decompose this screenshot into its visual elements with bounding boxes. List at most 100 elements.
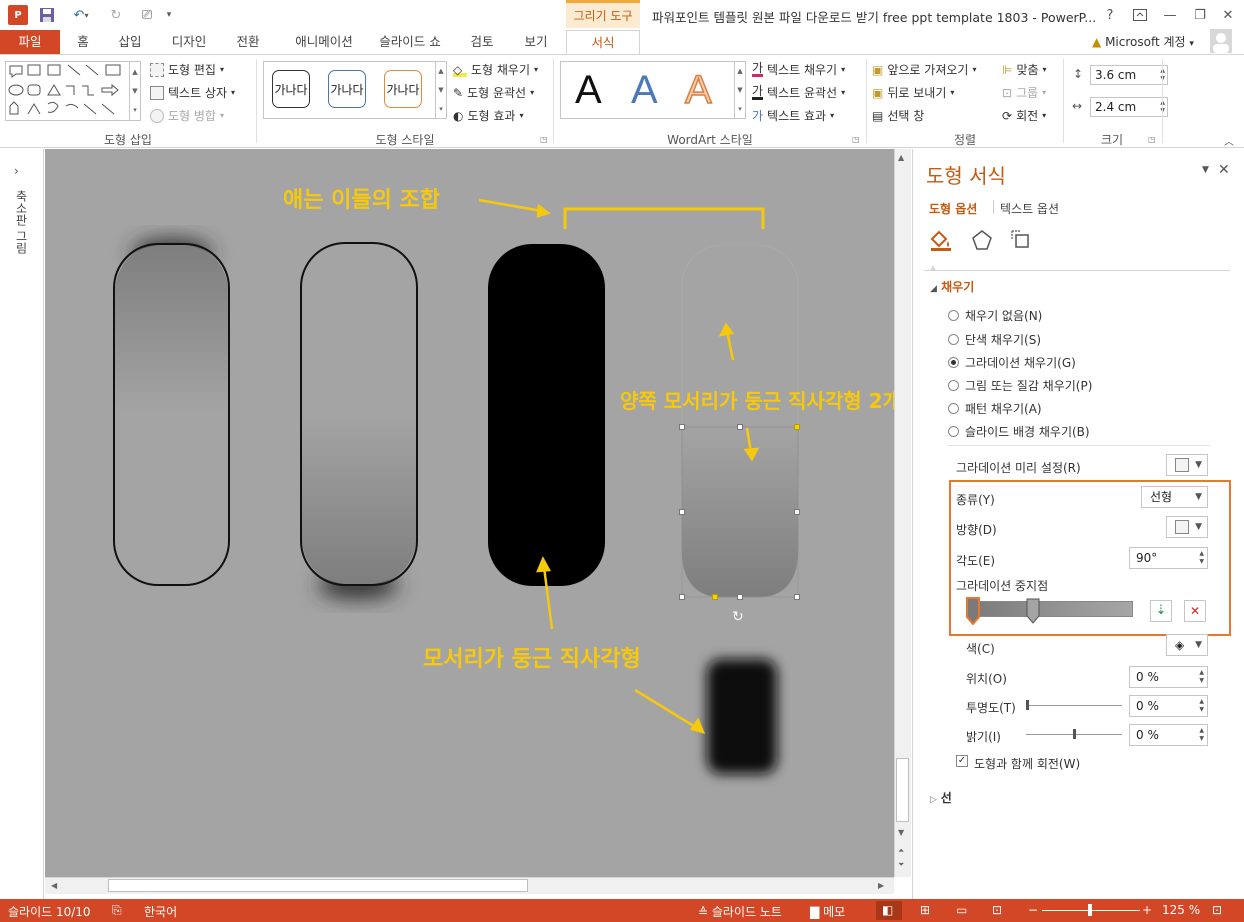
scroll-left-icon[interactable]: ◀ — [51, 881, 57, 890]
reading-view-icon[interactable]: ▭ — [956, 903, 967, 917]
tab-view[interactable]: 보기 — [514, 30, 558, 54]
adjust-handle-s[interactable] — [712, 594, 718, 600]
shape-gallery[interactable]: ▲ ▼ ▾ — [5, 61, 141, 121]
undo-icon[interactable]: ↶ ▾ — [66, 6, 96, 24]
pane-options-icon[interactable]: ▼ — [1202, 165, 1209, 175]
rounded-rect-black[interactable] — [488, 244, 605, 586]
shape-style-gallery-scroll[interactable]: ▲ ▼ ▾ — [435, 62, 446, 118]
adjust-handle-ne[interactable] — [794, 424, 800, 430]
stop-position-input[interactable]: 0 % ▲ ▼ — [1129, 666, 1208, 688]
wordart-gallery-scroll[interactable]: ▲ ▼ ▾ — [734, 62, 745, 118]
brightness-slider-thumb[interactable] — [1073, 729, 1076, 739]
text-effects-button[interactable]: 가 텍스트 효과 ▾ — [752, 107, 834, 124]
wordart-style-blue[interactable]: A — [631, 68, 658, 113]
text-fill-button[interactable]: 가 텍스트 채우기 ▾ — [752, 61, 845, 78]
selected-half-rounded-rect[interactable] — [681, 426, 799, 598]
zoom-level[interactable]: 125 % — [1162, 903, 1200, 917]
pane-close-icon[interactable]: ✕ — [1218, 162, 1230, 178]
minimize-icon[interactable]: — — [1156, 5, 1184, 25]
zoom-in-icon[interactable]: + — [1142, 903, 1152, 917]
tab-insert[interactable]: 삽입 — [110, 30, 150, 54]
notes-button[interactable]: ≙ 슬라이드 노트 — [698, 903, 782, 920]
account-area[interactable]: ▲ Microsoft 계정 ▾ — [1092, 33, 1194, 50]
gradient-type-dropdown[interactable]: 선형 ▼ — [1141, 486, 1208, 508]
size-launcher-icon[interactable]: ◳ — [1148, 135, 1156, 144]
gradient-preset-dropdown[interactable]: ▼ — [1166, 454, 1208, 476]
gradient-stops-bar[interactable] — [968, 601, 1133, 617]
restore-icon[interactable]: ❐ — [1186, 5, 1214, 25]
vertical-scroll-thumb[interactable] — [896, 758, 909, 822]
wordart-gallery[interactable]: A A A ▲ ▼ ▾ — [560, 61, 746, 119]
collapse-ribbon-icon[interactable]: ︿ — [1224, 133, 1234, 148]
presenter-icon[interactable]: ⎚ — [134, 6, 160, 24]
shape-effects-button[interactable]: ◐ 도형 효과 ▾ — [453, 107, 523, 124]
zoom-slider-thumb[interactable] — [1088, 904, 1092, 916]
ribbon-display-icon[interactable] — [1126, 5, 1154, 25]
group-button[interactable]: ⊡ 그룹 ▾ — [1002, 84, 1046, 101]
normal-view-icon[interactable]: ◧ — [882, 903, 893, 917]
next-slide-icon[interactable]: ⏷ — [898, 860, 904, 870]
send-backward-button[interactable]: ▣ 뒤로 보내기 ▾ — [872, 84, 954, 101]
resize-handle-s[interactable] — [737, 594, 743, 600]
bring-forward-button[interactable]: ▣ 앞으로 가져오기 ▾ — [872, 61, 976, 78]
slide-canvas[interactable]: 애는 이들의 조합 양쪽 모서리가 둥근 직사각형 2개 모서리가 둥근 직사각… — [45, 149, 894, 877]
shape-style-swatch-orange[interactable]: 가나다 — [384, 70, 422, 108]
help-button[interactable]: ? — [1096, 5, 1124, 25]
resize-handle-sw[interactable] — [679, 594, 685, 600]
customize-qat-icon[interactable]: ▾ — [162, 6, 176, 24]
gradient-stop-selected[interactable] — [966, 597, 980, 628]
transparency-slider-thumb[interactable] — [1026, 700, 1029, 710]
thumbnails-label[interactable]: 축소판 그림 — [10, 190, 30, 254]
stop-brightness-input[interactable]: 0 % ▲ ▼ — [1129, 724, 1208, 746]
align-button[interactable]: ⊫ 맞춤 ▾ — [1002, 61, 1047, 78]
resize-handle-nw[interactable] — [679, 424, 685, 430]
pill-top-gradient[interactable] — [114, 244, 229, 413]
shape-style-gallery[interactable]: 가나다 가나다 가나다 ▲ ▼ ▾ — [263, 61, 447, 119]
tab-home[interactable]: 홈 — [68, 30, 98, 54]
close-icon[interactable]: ✕ — [1214, 5, 1242, 25]
slide-counter[interactable]: 슬라이드 10/10 — [8, 903, 91, 920]
edit-shape-button[interactable]: 도형 편집 ▾ — [150, 61, 224, 78]
fill-option-picture[interactable]: 그림 또는 질감 채우기(P) — [948, 377, 1092, 394]
merge-shapes-button[interactable]: 도형 병합 ▾ — [150, 107, 224, 124]
slide-shapes[interactable] — [45, 149, 894, 877]
fill-section-header[interactable]: ◢ 채우기 — [930, 278, 974, 295]
fill-option-gradient[interactable]: 그라데이션 채우기(G) — [948, 354, 1076, 371]
add-gradient-stop-icon[interactable]: ⇣ — [1150, 600, 1172, 622]
gradient-angle-input[interactable]: 90° ▲ ▼ — [1129, 547, 1208, 569]
size-properties-icon[interactable] — [1010, 229, 1032, 256]
resize-handle-w[interactable] — [679, 509, 685, 515]
wordart-style-black[interactable]: A — [575, 68, 602, 113]
tab-file[interactable]: 파일 — [0, 30, 60, 54]
fill-option-none[interactable]: 채우기 없음(N) — [948, 307, 1042, 324]
shape-gallery-scroll[interactable]: ▲ ▼ ▾ — [129, 62, 140, 120]
fit-slide-icon[interactable]: ⊡ — [1212, 903, 1222, 917]
tab-animations[interactable]: 애니메이션 — [282, 30, 366, 54]
fill-option-pattern[interactable]: 패턴 채우기(A) — [948, 400, 1042, 417]
line-section-header[interactable]: ▷ 선 — [930, 789, 952, 806]
tab-review[interactable]: 검토 — [462, 30, 502, 54]
rotate-button[interactable]: ⟳ 회전 ▾ — [1002, 107, 1046, 124]
shape-fill-button[interactable]: ◇ 도형 채우기 ▾ — [453, 61, 538, 78]
stop-color-dropdown[interactable]: ◈ ▼ — [1166, 634, 1208, 656]
previous-slide-icon[interactable]: ⏶ — [898, 846, 904, 856]
shape-gallery-icons[interactable] — [6, 62, 130, 120]
scroll-down-icon[interactable]: ▼ — [898, 828, 904, 837]
resize-handle-e[interactable] — [794, 509, 800, 515]
powerpoint-app-icon[interactable]: P — [8, 5, 28, 25]
resize-handle-n[interactable] — [737, 424, 743, 430]
tab-slideshow[interactable]: 슬라이드 쇼 — [372, 30, 448, 54]
pane-tab-shape-options[interactable]: 도형 옵션 — [929, 200, 977, 217]
shape-styles-launcher-icon[interactable]: ◳ — [540, 135, 548, 144]
text-outline-button[interactable]: 가 텍스트 윤곽선 ▾ — [752, 84, 845, 101]
user-avatar[interactable] — [1210, 29, 1232, 53]
resize-handle-se[interactable] — [794, 594, 800, 600]
transparency-slider[interactable] — [1026, 705, 1122, 706]
remove-gradient-stop-icon[interactable]: ✕ — [1184, 600, 1206, 622]
gradient-stop[interactable] — [1026, 598, 1040, 627]
tab-transitions[interactable]: 전환 — [226, 30, 270, 54]
wordart-style-orange-outline[interactable]: A — [684, 67, 712, 113]
selection-pane-button[interactable]: ▤ 선택 창 — [872, 107, 924, 124]
slideshow-view-icon[interactable]: ⊡ — [992, 903, 1002, 917]
save-icon[interactable] — [36, 6, 58, 24]
